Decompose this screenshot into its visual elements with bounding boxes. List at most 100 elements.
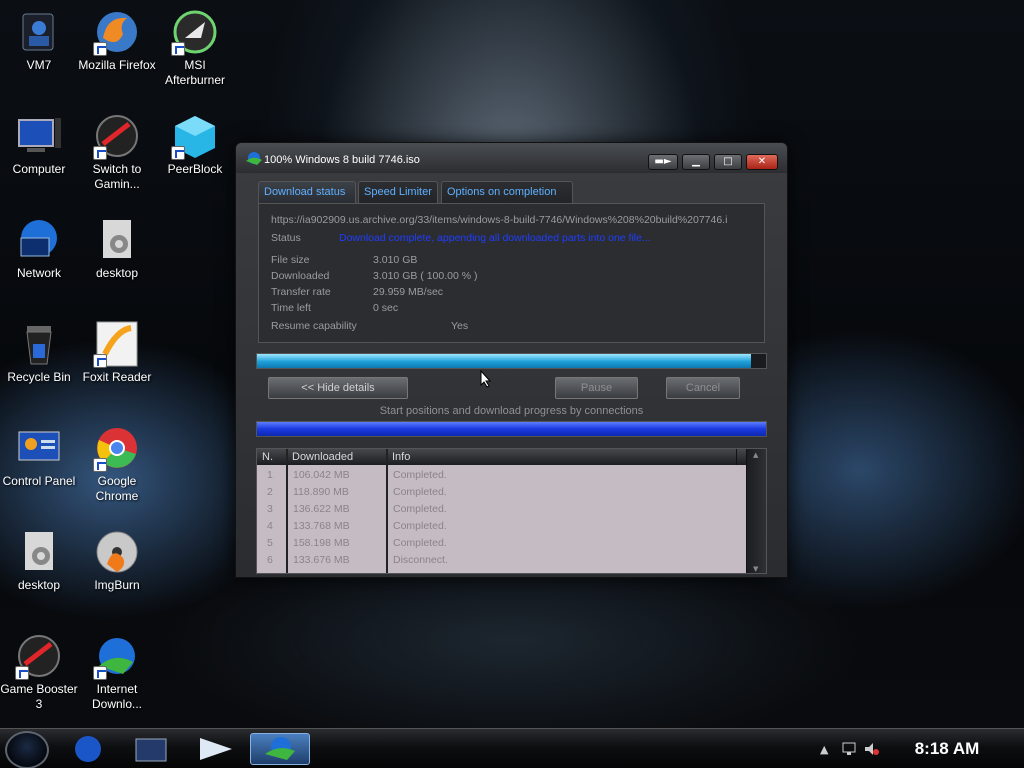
row-downloaded: 133.676 MB (293, 554, 350, 566)
desktop-icon-label: Computer (12, 162, 66, 176)
desktop-icon-label: desktop (95, 266, 139, 280)
play-icon (200, 738, 232, 760)
desktop-icon-desktop-ini-1[interactable]: desktop (78, 216, 156, 281)
minimize-icon: ▁ (692, 156, 700, 167)
row-info: Completed. (393, 520, 447, 532)
table-scrollbar[interactable]: ▲ ▼ (746, 449, 766, 573)
file-size-value: 3.010 GB (373, 254, 418, 266)
row-downloaded: 118.890 MB (293, 486, 349, 498)
taskbar-item-explorer[interactable] (128, 733, 188, 765)
table-header: N. Downloaded Info (257, 449, 747, 465)
desktop-icon-label: ImgBurn (94, 578, 140, 592)
desktop-icon-label: Switch to Gamin... (92, 162, 142, 191)
close-button[interactable]: ✕ (746, 154, 778, 170)
recycle-bin-icon (15, 320, 63, 368)
scroll-up-icon[interactable]: ▲ (753, 451, 758, 459)
table-row[interactable]: 6 133.676 MB Disconnect. (257, 552, 747, 569)
table-row[interactable]: 4 133.768 MB Completed. (257, 518, 747, 535)
column-header-info[interactable]: Info (387, 449, 737, 465)
desktop-icon-control-panel[interactable]: Control Panel (0, 424, 78, 489)
control-panel-icon (15, 424, 63, 472)
title-bar[interactable]: 100% Windows 8 build 7746.iso ▬► ▁ □ ✕ (236, 143, 787, 173)
desktop-icon-game-booster[interactable]: Game Booster 3 (0, 632, 78, 712)
row-info: Completed. (393, 486, 447, 498)
taskbar-item-idm[interactable] (250, 733, 310, 765)
row-info: Completed. (393, 469, 447, 481)
mini-mode-button[interactable]: ▬► (648, 154, 678, 170)
status-value: Download complete, appending all downloa… (339, 232, 651, 244)
desktop-icon-computer[interactable]: Computer (0, 112, 78, 177)
pause-button[interactable]: Pause (555, 377, 638, 399)
tab-options-on-completion[interactable]: Options on completion (441, 181, 573, 203)
file-size-label: File size (271, 254, 310, 266)
msi-afterburner-icon (171, 8, 219, 56)
chrome-icon (93, 424, 141, 472)
resume-capability-label: Resume capability (271, 320, 357, 332)
taskbar-clock[interactable]: 8:18 AM (897, 739, 997, 759)
globe-icon (75, 736, 101, 762)
window-title: 100% Windows 8 build 7746.iso (264, 154, 420, 166)
table-row[interactable]: 2 118.890 MB Completed. (257, 484, 747, 501)
download-progress-window: 100% Windows 8 build 7746.iso ▬► ▁ □ ✕ D… (235, 142, 788, 578)
scroll-down-icon[interactable]: ▼ (753, 565, 758, 573)
time-left-value: 0 sec (373, 302, 399, 314)
desktop-icon-msi-afterburner[interactable]: MSI Afterburner (156, 8, 234, 88)
desktop-icon-switch-gaming[interactable]: Switch to Gamin... (78, 112, 156, 192)
download-status-panel: https://ia902909.us.archive.org/33/items… (258, 203, 765, 343)
cancel-button[interactable]: Cancel (666, 377, 740, 399)
desktop-icon-peerblock[interactable]: PeerBlock (156, 112, 234, 177)
status-label: Status (271, 232, 301, 244)
firefox-icon (93, 8, 141, 56)
desktop-icon-vm7[interactable]: VM7 (0, 8, 78, 73)
table-row[interactable]: 1 106.042 MB Completed. (257, 467, 747, 484)
hide-details-button[interactable]: << Hide details (268, 377, 408, 399)
downloaded-label: Downloaded (271, 270, 330, 282)
taskbar-item-browser[interactable] (66, 733, 126, 765)
minimize-button[interactable]: ▁ (682, 154, 710, 170)
row-downloaded: 133.768 MB (293, 520, 350, 532)
game-booster-icon (93, 112, 141, 160)
row-number: 3 (267, 503, 273, 515)
desktop-icon-label: VM7 (26, 58, 52, 72)
volume-muted-icon[interactable] (864, 742, 880, 756)
peerblock-icon (171, 112, 219, 160)
desktop-icon-label: Control Panel (2, 474, 76, 488)
table-row[interactable]: 5 158.198 MB Completed. (257, 535, 747, 552)
maximize-button[interactable]: □ (714, 154, 742, 170)
row-info: Completed. (393, 503, 447, 515)
desktop-icon-label: MSI Afterburner (164, 58, 226, 87)
taskbar-item-media-player[interactable] (190, 733, 250, 765)
show-hidden-icons-icon[interactable]: ▲ (820, 743, 828, 756)
progress-fill (257, 354, 751, 368)
desktop-icon-idm[interactable]: Internet Downlo... (78, 632, 156, 712)
game-booster-icon (15, 632, 63, 680)
connections-table: N. Downloaded Info 1 106.042 MB Complete… (256, 448, 767, 574)
desktop-icon-firefox[interactable]: Mozilla Firefox (78, 8, 156, 73)
desktop-icon-label: PeerBlock (167, 162, 223, 176)
desktop-icon-recycle-bin[interactable]: Recycle Bin (0, 320, 78, 385)
desktop-icon-chrome[interactable]: Google Chrome (78, 424, 156, 504)
desktop-icon-foxit[interactable]: Foxit Reader (78, 320, 156, 385)
desktop-icon-label: Network (16, 266, 61, 280)
tab-speed-limiter[interactable]: Speed Limiter (358, 181, 438, 203)
desktop-icon-desktop-ini-2[interactable]: desktop (0, 528, 78, 593)
desktop-icon-label: Mozilla Firefox (78, 58, 156, 72)
download-url: https://ia902909.us.archive.org/33/items… (271, 214, 728, 226)
table-row[interactable]: 3 136.622 MB Completed. (257, 501, 747, 518)
desktop-icon-label: desktop (17, 578, 61, 592)
start-button[interactable] (5, 731, 49, 768)
desktop-icon-imgburn[interactable]: ImgBurn (78, 528, 156, 593)
idm-icon (93, 632, 141, 680)
transfer-rate-label: Transfer rate (271, 286, 331, 298)
resume-capability-value: Yes (451, 320, 469, 332)
connections-progress-bar (256, 421, 767, 437)
column-header-downloaded[interactable]: Downloaded (287, 449, 387, 465)
column-header-number[interactable]: N. (257, 449, 287, 465)
idm-icon (246, 152, 262, 165)
imgburn-icon (93, 528, 141, 576)
desktop-icon-label: Game Booster 3 (0, 682, 78, 711)
computer-icon (15, 112, 63, 160)
network-tray-icon[interactable] (842, 742, 858, 756)
tab-download-status[interactable]: Download status (258, 181, 356, 203)
desktop-icon-network[interactable]: Network (0, 216, 78, 281)
